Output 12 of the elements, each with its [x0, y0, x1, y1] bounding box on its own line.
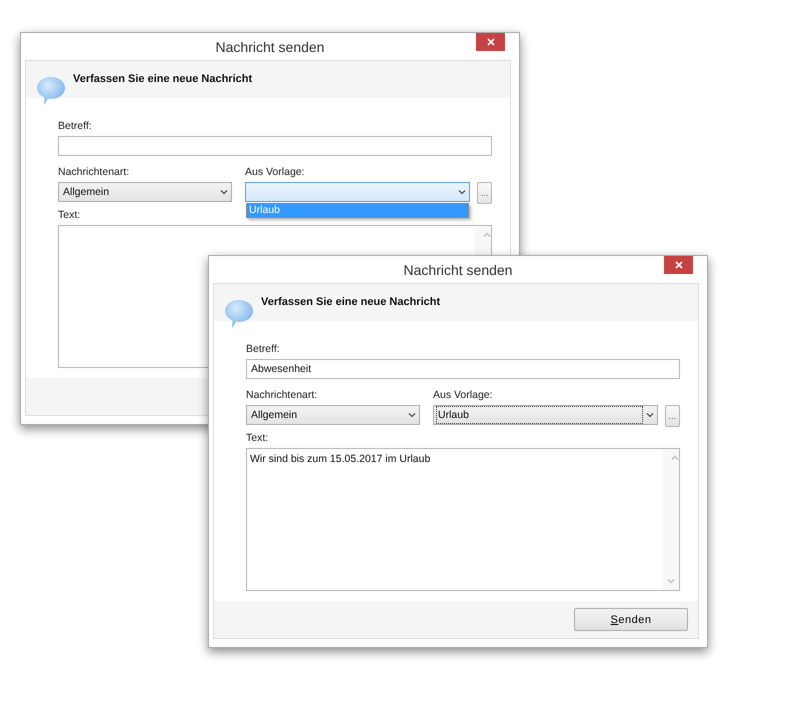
field-label: Betreff:: [58, 120, 92, 132]
field-label: Betreff:: [246, 343, 280, 355]
field-label: Aus Vorlage:: [245, 166, 305, 178]
field-label: Nachrichtenart:: [246, 389, 318, 401]
field-label: Text:: [58, 209, 80, 221]
window-title: Nachricht senden: [404, 262, 512, 278]
window-title: Nachricht senden: [216, 38, 324, 54]
field-label: Nachrichtenart:: [58, 166, 130, 178]
field-label: Aus Vorlage:: [433, 389, 493, 401]
dialog-heading: Verfassen Sie eine neue Nachricht: [261, 296, 440, 308]
dialog-heading: Verfassen Sie eine neue Nachricht: [73, 73, 252, 85]
field-label: Text:: [246, 432, 268, 444]
